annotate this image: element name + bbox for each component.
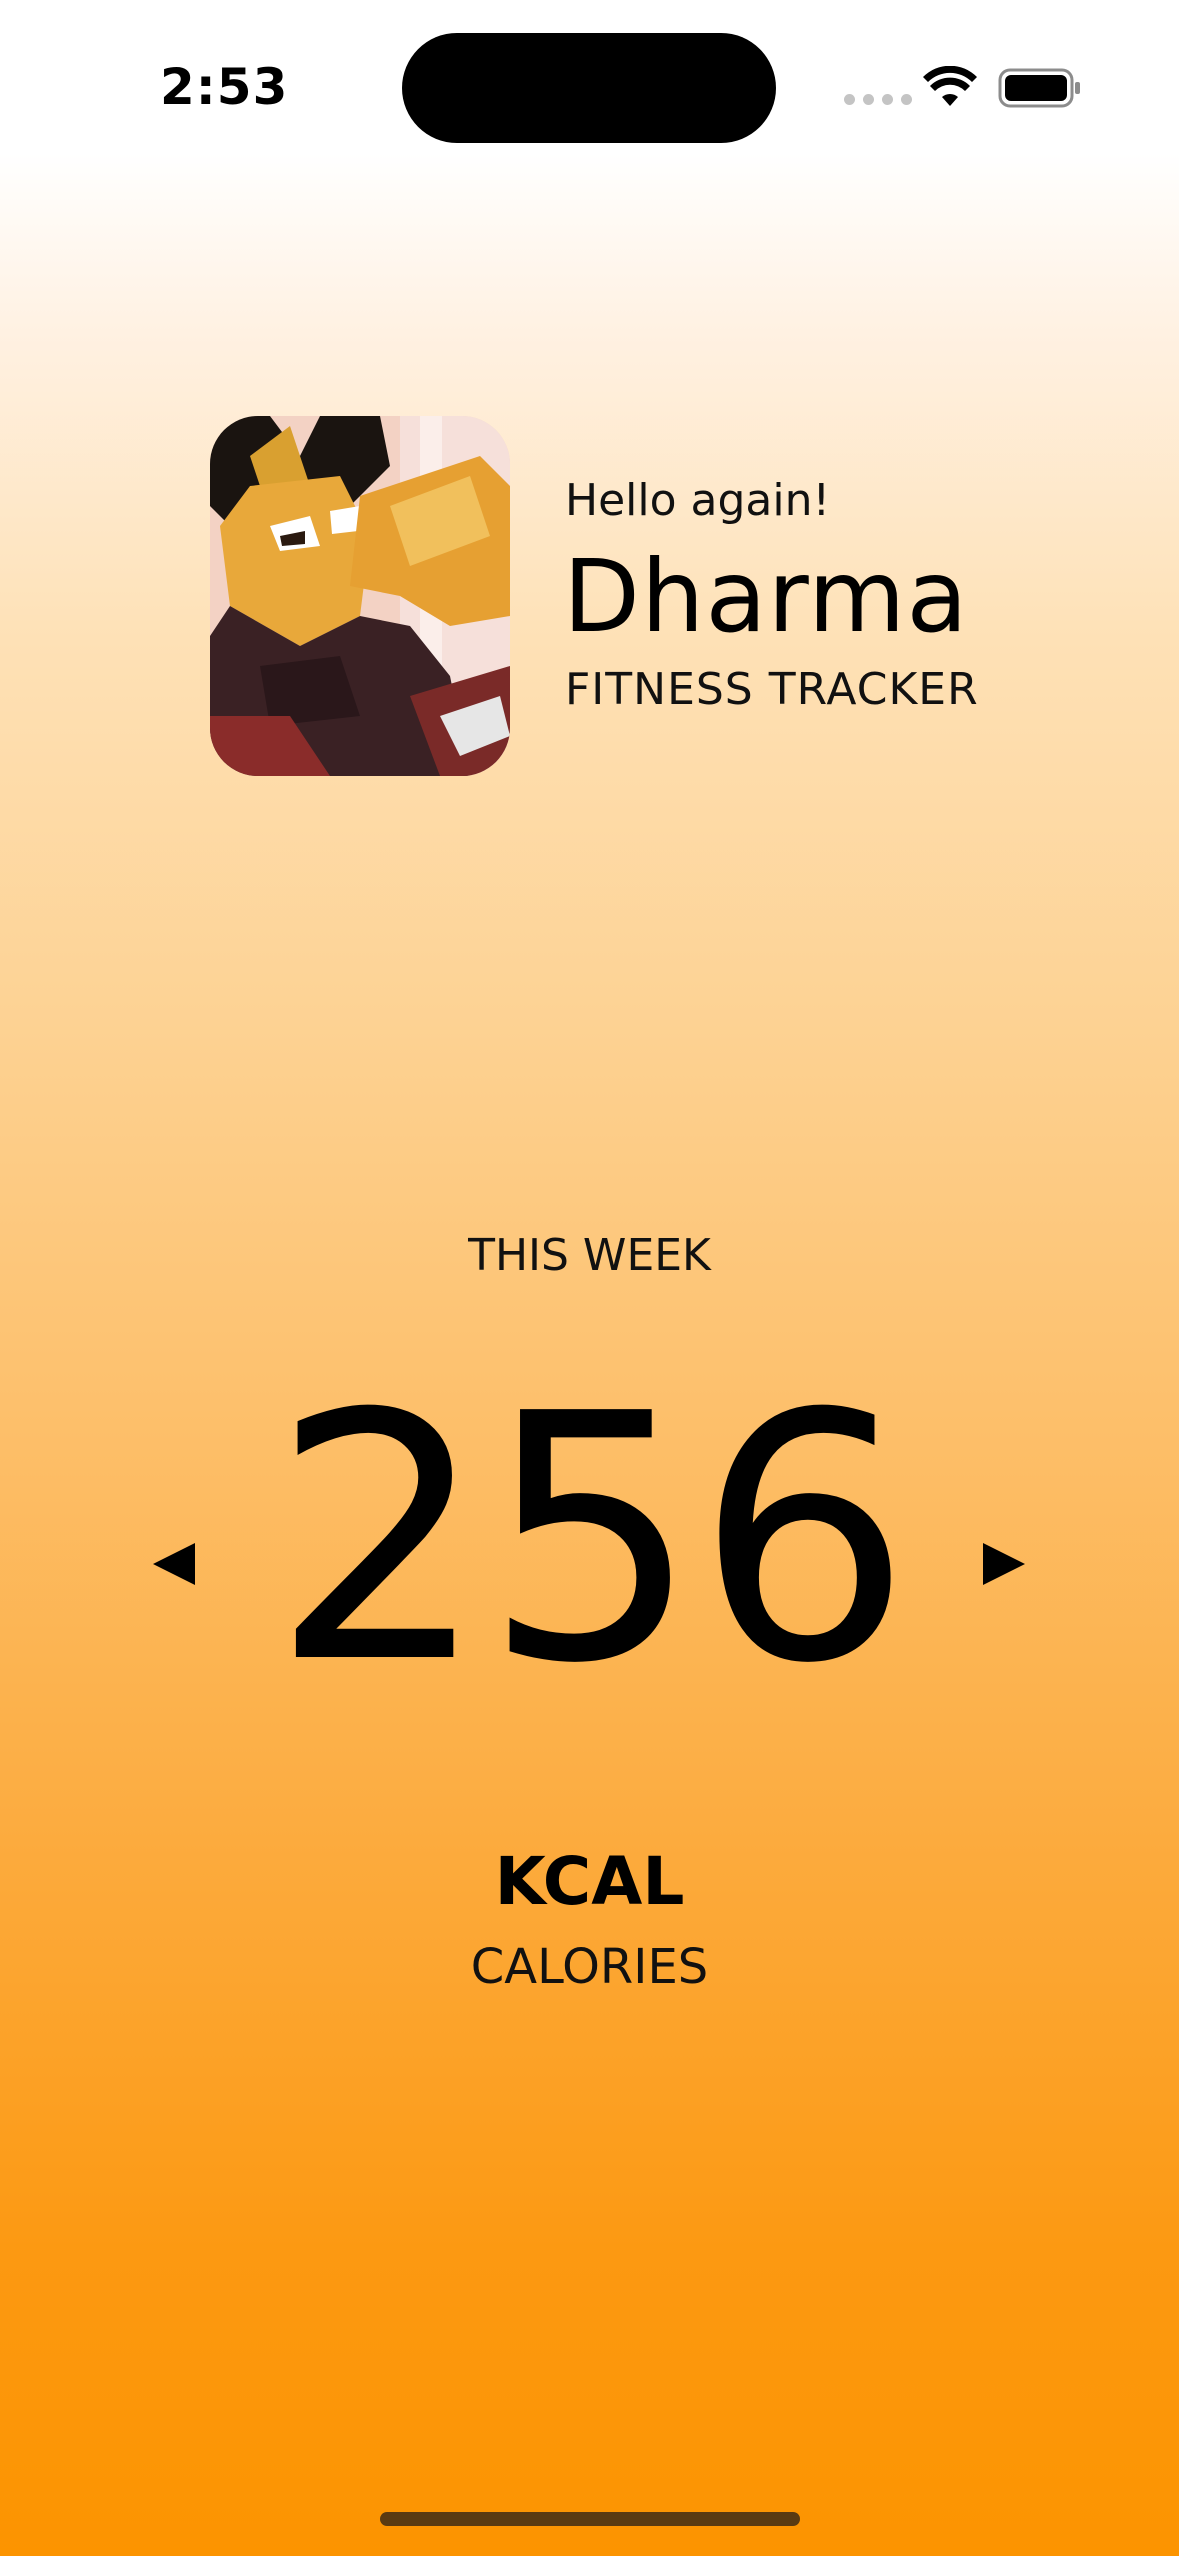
battery-icon — [998, 68, 1080, 108]
chevron-right-icon[interactable] — [983, 1543, 1025, 1585]
home-indicator[interactable] — [380, 2512, 800, 2526]
signal-dots-icon — [844, 94, 912, 105]
metric-label: CALORIES — [470, 1939, 709, 1995]
dynamic-island — [402, 33, 776, 143]
anime-character-avatar — [210, 416, 510, 776]
user-name: Dharma — [563, 538, 969, 655]
status-time: 2:53 — [160, 58, 289, 116]
avatar[interactable] — [210, 416, 510, 776]
calorie-value: 256 — [271, 1342, 912, 1738]
app-subtitle: FITNESS TRACKER — [565, 664, 979, 715]
unit-label: KCAL — [494, 1843, 685, 1920]
greeting-text: Hello again! — [565, 475, 831, 526]
wifi-icon — [923, 66, 977, 106]
period-label: THIS WEEK — [468, 1230, 711, 1281]
